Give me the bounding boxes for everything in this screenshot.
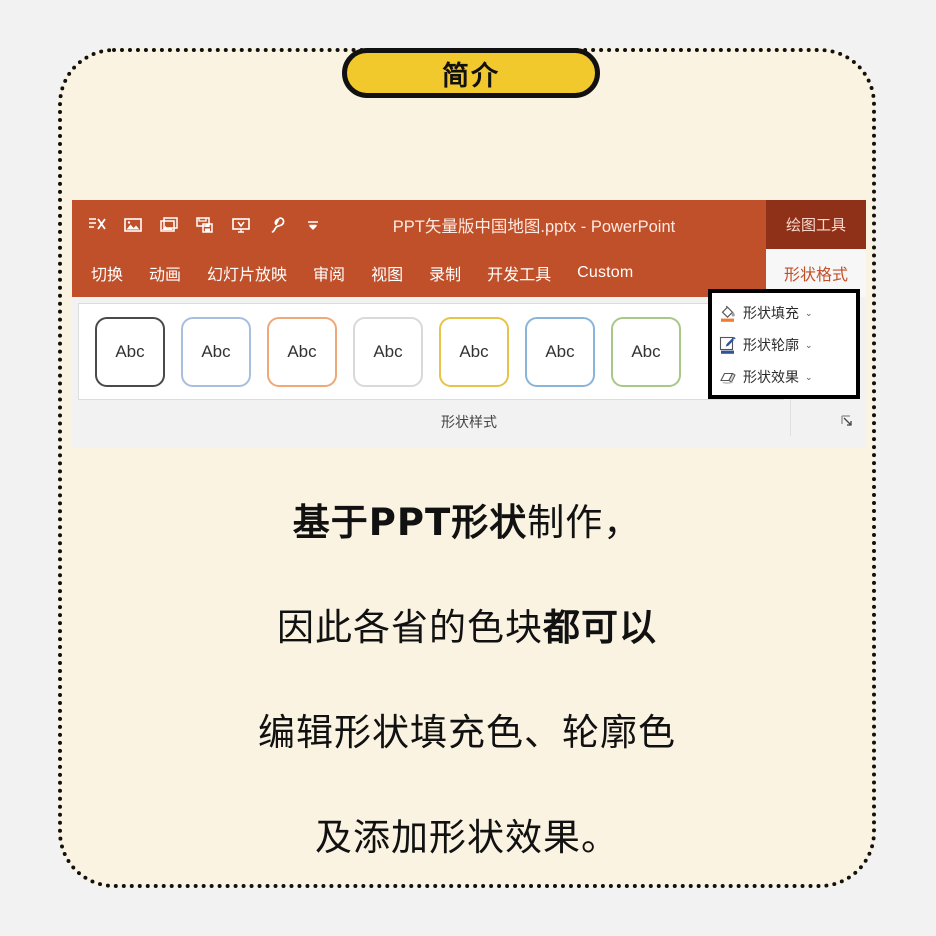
contextual-tab-drawing-tools[interactable]: 绘图工具 [766, 200, 866, 249]
picture-icon[interactable] [118, 210, 148, 240]
ribbon-group-footer: 形状样式 [78, 404, 860, 444]
section-title-text: 简介 [442, 60, 500, 92]
chevron-down-icon[interactable]: ⌄ [805, 372, 813, 383]
customize-toolbar-icon[interactable] [298, 210, 328, 240]
chevron-down-icon[interactable]: ⌄ [805, 340, 813, 351]
shape-style-item[interactable]: Abc [611, 316, 681, 387]
save-as-icon[interactable] [190, 210, 220, 240]
tab-custom[interactable]: Custom [564, 249, 646, 297]
shape-style-item[interactable]: Abc [525, 316, 595, 387]
shape-styles-gallery: Abc Abc Abc Abc Abc Abc Abc [79, 316, 762, 387]
group-label-shape-styles: 形状样式 [441, 414, 497, 430]
document-title: PPT矢量版中国地图.pptx - PowerPoint [392, 217, 676, 236]
dialog-box-launcher-icon[interactable] [840, 414, 856, 430]
shape-style-item[interactable]: Abc [353, 316, 423, 387]
shape-style-item[interactable]: Abc [95, 316, 165, 387]
description-line-2-rest: 因此各省的色块 [277, 606, 543, 649]
bird-brush-icon[interactable] [262, 210, 292, 240]
shape-effects-command[interactable]: 形状效果 ⌄ [718, 361, 856, 393]
ribbon-tabs: 切换 动画 幻灯片放映 审阅 视图 录制 开发工具 Custom [72, 249, 766, 297]
presentation-icon[interactable] [226, 210, 256, 240]
tab-transitions[interactable]: 切换 [78, 249, 136, 297]
shape-outline-command[interactable]: 形状轮廓 ⌄ [718, 329, 856, 361]
shape-effects-icon [718, 367, 738, 387]
tab-view[interactable]: 视图 [358, 249, 416, 297]
pictures-icon[interactable] [154, 210, 184, 240]
shape-style-item[interactable]: Abc [267, 316, 337, 387]
quick-access-toolbar [72, 210, 328, 240]
paint-bucket-icon [718, 303, 738, 323]
shape-format-commands-callout: 形状填充 ⌄ 形状轮廓 ⌄ 形状效果 ⌄ [708, 289, 860, 399]
description-line-1: 基于PPT形状制作， [58, 470, 876, 575]
description-line-2: 因此各省的色块都可以 [58, 575, 876, 680]
tab-developer[interactable]: 开发工具 [474, 249, 564, 297]
description-line-3: 编辑形状填充色、轮廓色 [258, 711, 676, 754]
shape-fill-label: 形状填充 [743, 305, 799, 321]
description-line-1-rest: 制作， [527, 501, 642, 544]
section-title-badge: 简介 [342, 48, 600, 98]
shape-outline-label: 形状轮廓 [743, 337, 799, 353]
tab-review[interactable]: 审阅 [300, 249, 358, 297]
cut-x-icon[interactable] [82, 210, 112, 240]
powerpoint-window-screenshot: PPT矢量版中国地图.pptx - PowerPoint 绘图工具 切换 动画 … [72, 200, 866, 448]
tab-slideshow[interactable]: 幻灯片放映 [194, 249, 300, 297]
description-text-block: 基于PPT形状制作， 因此各省的色块都可以 编辑形状填充色、轮廓色 及添加形状效… [58, 470, 876, 890]
ribbon-body: Abc Abc Abc Abc Abc Abc Abc ▲ ▼ ▼ [72, 289, 866, 448]
pen-outline-icon [718, 335, 738, 355]
chevron-down-icon[interactable]: ⌄ [805, 308, 813, 319]
shape-fill-command[interactable]: 形状填充 ⌄ [718, 297, 856, 329]
powerpoint-title-bar: PPT矢量版中国地图.pptx - PowerPoint 绘图工具 [72, 200, 866, 249]
shape-style-item[interactable]: Abc [439, 316, 509, 387]
description-line-4: 及添加形状效果。 [315, 816, 619, 859]
description-line-1-bold: 基于PPT形状 [292, 501, 528, 544]
description-line-2-bold: 都可以 [543, 606, 657, 649]
shape-styles-gallery-panel: Abc Abc Abc Abc Abc Abc Abc ▲ ▼ ▼ [78, 303, 784, 400]
tab-animations[interactable]: 动画 [136, 249, 194, 297]
shape-style-item[interactable]: Abc [181, 316, 251, 387]
tab-record[interactable]: 录制 [416, 249, 474, 297]
shape-effects-label: 形状效果 [743, 369, 799, 385]
